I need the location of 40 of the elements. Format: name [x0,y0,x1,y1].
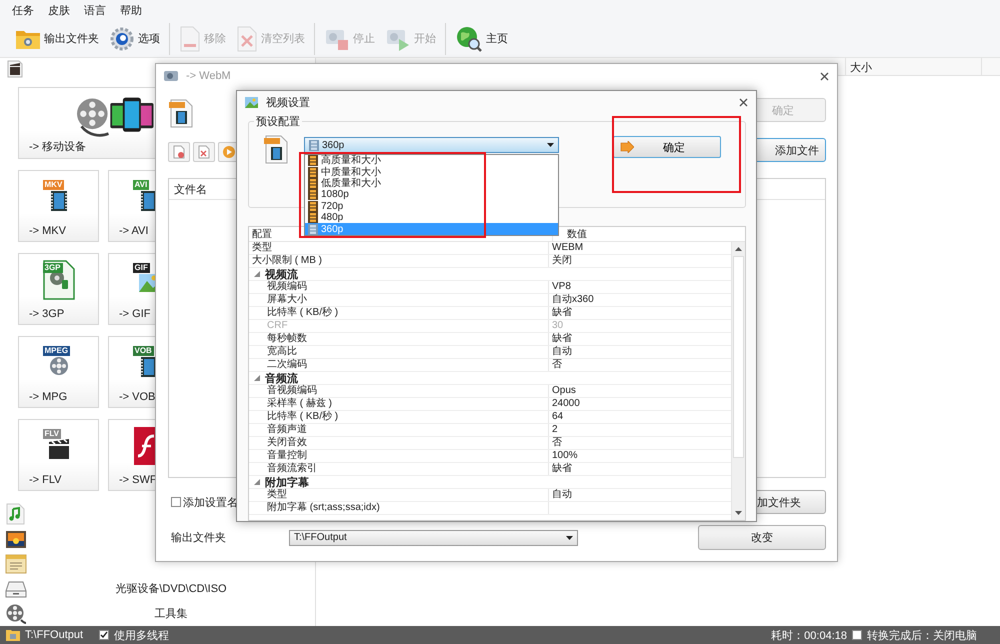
format-badge: VOB [132,346,154,356]
property-name: 类型 [249,489,549,501]
category-label: 视频流 [265,268,298,280]
property-name: 每秒帧数 [249,333,549,345]
property-name: 附加字幕 (srt;ass;ssa;idx) [249,502,549,514]
format-badge: 3GP [42,263,63,273]
checkbox-label: 转换完成后：关闭电脑 [867,628,977,642]
checkbox-label: 使用多线程 [114,628,170,642]
property-name: 类型 [249,242,549,254]
property-name: 采样率 ( 赫兹 ) [249,398,549,410]
field-label: 输出文件夹 [170,530,227,545]
property-name: 音频流索引 [249,463,549,475]
property-name: 音频声道 [249,424,549,436]
property-name: 音视频编码 [249,385,549,397]
property-name: 比特率 ( KB/秒 ) [249,307,549,319]
property-name: 比特率 ( KB/秒 ) [249,411,549,423]
column-header: 数值 [566,228,588,241]
property-name: 大小限制 ( MB ) [249,255,549,267]
format-badge: GIF [132,263,150,273]
dialog-title: 视频设置 [266,96,310,110]
output-path: T:\FFOutput [25,629,84,641]
format-badge: AVI [132,180,150,190]
sidebar-label: 工具集 [154,607,188,621]
checkbox-label: 添加设置名 [183,496,238,510]
format-badge: FLV [42,429,62,439]
format-badge: MPEG [42,346,70,356]
property-name: 屏幕大小 [249,294,549,306]
property-name: 视频编码 [249,281,549,293]
property-name: 关闭音效 [249,437,549,449]
elapsed-time: 耗时：00:04:18 [771,628,847,642]
property-name: 二次编码 [249,359,549,371]
sidebar-label: 光驱设备\DVD\CD\ISO [114,582,228,596]
format-badge: MKV [42,180,64,190]
category-label: 音频流 [265,372,298,384]
category-label: 附加字幕 [265,476,309,488]
window-title: -> WebM [186,70,231,82]
property-name: CRF [249,320,549,332]
property-name: 音量控制 [249,450,549,462]
property-name: 宽高比 [249,346,549,358]
group-label: 预设配置 [254,114,302,129]
